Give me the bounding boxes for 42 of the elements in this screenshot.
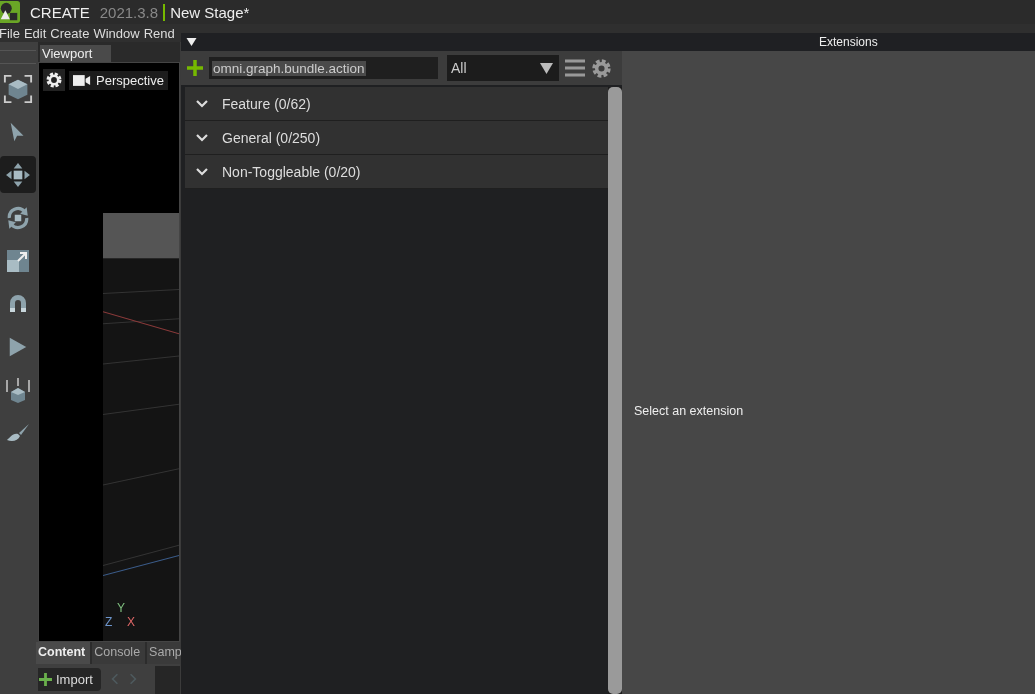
chevron-icon [196, 167, 208, 176]
search-field[interactable]: omni.graph.bundle.action [209, 57, 438, 79]
chevron-icon [196, 133, 208, 142]
axis-label: Z [105, 615, 113, 629]
panel-tab[interactable]: Samp [147, 642, 182, 664]
menu-icon[interactable] [565, 59, 585, 77]
menu-item[interactable]: Rend [143, 25, 175, 41]
scrollbar-thumb[interactable] [608, 87, 622, 694]
category-row[interactable]: Feature (0/62) [185, 87, 608, 121]
tool-button[interactable] [0, 156, 36, 193]
scale-icon [6, 248, 30, 273]
dropdown-arrow-icon [540, 62, 553, 74]
menu-item[interactable]: Window [93, 25, 140, 41]
camera-button[interactable]: Perspective [69, 70, 168, 90]
empty-message: Select an extension [634, 403, 744, 418]
menu-item[interactable]: Edit [23, 25, 47, 41]
chevron-icon [196, 99, 208, 108]
plus-icon [39, 672, 52, 686]
path-field[interactable] [154, 666, 180, 694]
rotate-icon [5, 204, 31, 231]
menu-item[interactable]: Create [50, 25, 90, 41]
axis-label: X [127, 615, 135, 629]
move-icon [5, 161, 31, 188]
collapse-icon[interactable] [186, 37, 197, 47]
panel-tab[interactable]: Content [36, 642, 91, 664]
add-icon[interactable] [187, 60, 203, 76]
window-title: Extensions [819, 35, 878, 49]
document-title: New Stage* [163, 3, 250, 21]
drop-cube-icon [4, 375, 32, 404]
filter-dropdown[interactable]: All [447, 55, 559, 81]
app-version: 2021.3.8 [99, 3, 159, 21]
menu-item[interactable]: File [0, 25, 20, 41]
panel-tab[interactable]: Console [92, 642, 146, 664]
category-row[interactable]: General (0/250) [185, 121, 608, 155]
import-button[interactable]: Import [38, 667, 101, 691]
axis-label: Y [117, 601, 125, 615]
viewport-tab[interactable]: Viewport [40, 45, 112, 62]
settings-icon[interactable] [43, 69, 65, 91]
app-name: CREATE [30, 3, 90, 21]
cube-frame-icon [3, 73, 33, 104]
camera-icon [73, 73, 91, 87]
category-row[interactable]: Non-Toggleable (0/20) [185, 155, 608, 189]
